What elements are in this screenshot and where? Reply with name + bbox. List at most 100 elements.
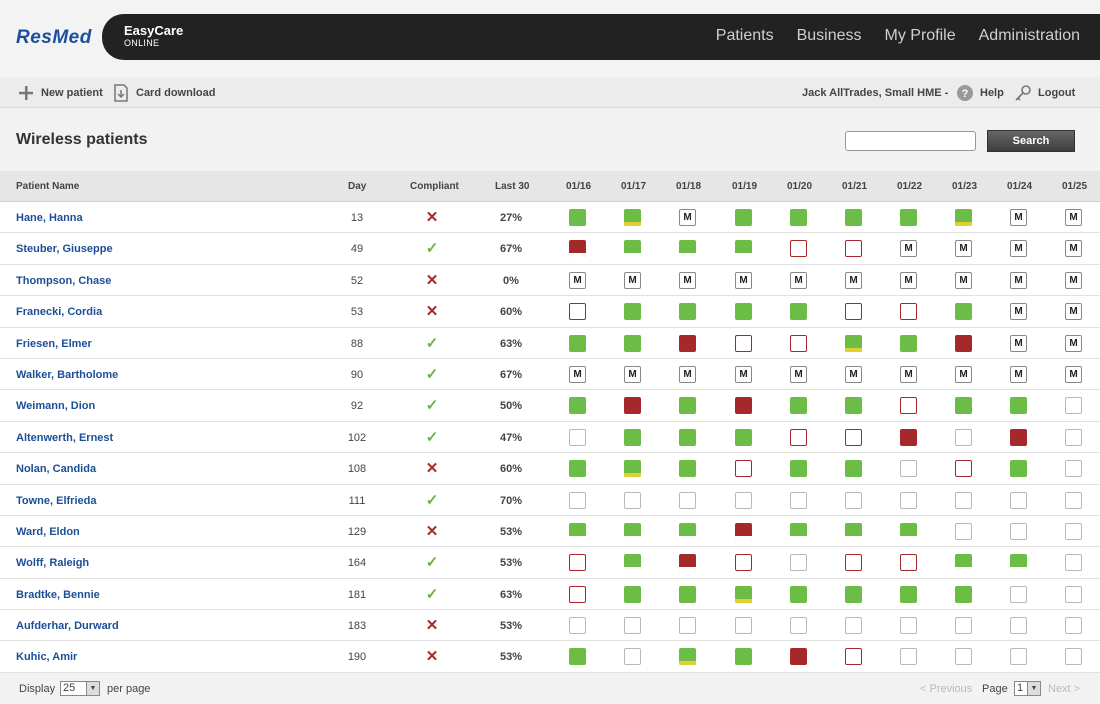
patient-name-link[interactable]: Franecki, Cordia [16, 306, 102, 318]
usage-day-cell[interactable] [790, 460, 807, 478]
table-row[interactable]: Nolan, Candida 108 ✕ 60% [0, 453, 1100, 485]
new-patient-button[interactable]: New patient [17, 84, 103, 102]
usage-day-cell[interactable] [569, 554, 586, 572]
usage-day-cell[interactable] [679, 585, 696, 603]
usage-day-cell[interactable] [955, 554, 972, 572]
usage-day-cell[interactable] [955, 303, 972, 321]
usage-day-cell[interactable] [1065, 428, 1082, 446]
usage-day-cell[interactable] [679, 491, 696, 509]
usage-day-cell[interactable] [1065, 460, 1082, 478]
usage-day-cell[interactable] [624, 240, 641, 258]
usage-day-cell[interactable]: M [1010, 240, 1027, 258]
nav-business[interactable]: Business [797, 27, 862, 45]
usage-day-cell[interactable]: M [1065, 240, 1082, 258]
usage-day-cell[interactable] [900, 522, 917, 540]
usage-day-cell[interactable] [679, 554, 696, 572]
usage-day-cell[interactable] [624, 617, 641, 635]
usage-day-cell[interactable] [845, 428, 862, 446]
usage-day-cell[interactable] [569, 428, 586, 446]
usage-day-cell[interactable] [624, 460, 641, 478]
patient-name-link[interactable]: Kuhic, Amir [16, 651, 77, 663]
usage-day-cell[interactable] [1065, 585, 1082, 603]
usage-day-cell[interactable] [845, 554, 862, 572]
usage-day-cell[interactable]: M [1010, 271, 1027, 289]
table-row[interactable]: Altenwerth, Ernest 102 ✓ 47% [0, 421, 1100, 454]
table-row[interactable]: Franecki, Cordia 53 ✕ 60% M M [0, 296, 1100, 328]
table-row[interactable]: Friesen, Elmer 88 ✓ 63% M M [0, 327, 1100, 359]
usage-day-cell[interactable] [955, 522, 972, 540]
usage-day-cell[interactable] [845, 397, 862, 415]
usage-day-cell[interactable] [569, 491, 586, 509]
table-row[interactable]: Weimann, Dion 92 ✓ 50% [0, 390, 1100, 422]
usage-day-cell[interactable] [845, 334, 862, 352]
table-row[interactable]: Bradtke, Bennie 181 ✓ 63% [0, 578, 1100, 611]
usage-day-cell[interactable]: M [900, 240, 917, 258]
previous-link[interactable]: < Previous [920, 683, 972, 695]
table-row[interactable]: Hane, Hanna 13 ✕ 27% M M M [0, 202, 1100, 234]
usage-day-cell[interactable] [624, 303, 641, 321]
usage-day-cell[interactable] [735, 554, 752, 572]
card-download-button[interactable]: Card download [112, 84, 215, 102]
patient-name-link[interactable]: Friesen, Elmer [16, 338, 92, 350]
patient-name-link[interactable]: Steuber, Giuseppe [16, 243, 113, 255]
usage-day-cell[interactable] [679, 617, 696, 635]
patient-name-link[interactable]: Aufderhar, Durward [16, 620, 119, 632]
usage-day-cell[interactable] [624, 397, 641, 415]
usage-day-cell[interactable] [790, 522, 807, 540]
usage-day-cell[interactable] [624, 522, 641, 540]
usage-day-cell[interactable] [790, 397, 807, 415]
patient-name-link[interactable]: Ward, Eldon [16, 526, 80, 538]
usage-day-cell[interactable] [790, 428, 807, 446]
usage-day-cell[interactable]: M [735, 365, 752, 383]
col-last-30[interactable]: Last 30 [495, 181, 529, 192]
logout-button[interactable]: Logout [1014, 84, 1075, 102]
usage-day-cell[interactable]: M [1010, 209, 1027, 226]
usage-day-cell[interactable] [900, 397, 917, 415]
table-row[interactable]: Thompson, Chase 52 ✕ 0% M M M M M M M M M M [0, 264, 1100, 297]
usage-day-cell[interactable] [845, 617, 862, 635]
page-select[interactable]: 1 ▼ [1014, 681, 1041, 696]
table-row[interactable]: Ward, Eldon 129 ✕ 53% [0, 515, 1100, 548]
usage-day-cell[interactable]: M [624, 365, 641, 383]
usage-day-cell[interactable] [900, 303, 917, 321]
usage-day-cell[interactable] [569, 209, 586, 226]
usage-day-cell[interactable] [845, 648, 862, 666]
usage-day-cell[interactable] [1010, 648, 1027, 666]
usage-day-cell[interactable] [569, 585, 586, 603]
usage-day-cell[interactable]: M [1010, 365, 1027, 383]
usage-day-cell[interactable] [1065, 397, 1082, 415]
usage-day-cell[interactable] [735, 240, 752, 258]
usage-day-cell[interactable] [845, 522, 862, 540]
usage-day-cell[interactable] [790, 617, 807, 635]
usage-day-cell[interactable] [679, 460, 696, 478]
usage-day-cell[interactable]: M [1065, 209, 1082, 226]
usage-day-cell[interactable] [569, 617, 586, 635]
usage-day-cell[interactable] [679, 303, 696, 321]
usage-day-cell[interactable] [679, 428, 696, 446]
usage-day-cell[interactable] [955, 491, 972, 509]
usage-day-cell[interactable] [790, 648, 807, 666]
usage-day-cell[interactable] [569, 303, 586, 321]
usage-day-cell[interactable]: M [569, 365, 586, 383]
usage-day-cell[interactable] [1010, 617, 1027, 635]
usage-day-cell[interactable] [1010, 428, 1027, 446]
usage-day-cell[interactable] [955, 397, 972, 415]
usage-day-cell[interactable] [900, 554, 917, 572]
usage-day-cell[interactable] [790, 585, 807, 603]
patient-name-link[interactable]: Hane, Hanna [16, 212, 83, 224]
usage-day-cell[interactable] [955, 585, 972, 603]
table-row[interactable]: Kuhic, Amir 190 ✕ 53% [0, 641, 1100, 673]
usage-day-cell[interactable] [624, 334, 641, 352]
usage-day-cell[interactable] [790, 334, 807, 352]
usage-day-cell[interactable]: M [1065, 271, 1082, 289]
usage-day-cell[interactable]: M [900, 365, 917, 383]
search-input[interactable] [845, 131, 976, 151]
usage-day-cell[interactable] [845, 240, 862, 258]
usage-day-cell[interactable]: M [955, 271, 972, 289]
usage-day-cell[interactable] [1010, 397, 1027, 415]
usage-day-cell[interactable]: M [624, 271, 641, 289]
search-button[interactable]: Search [987, 130, 1075, 152]
nav-my-profile[interactable]: My Profile [885, 27, 956, 45]
help-button[interactable]: ? Help [956, 84, 1004, 102]
usage-day-cell[interactable] [735, 209, 752, 226]
